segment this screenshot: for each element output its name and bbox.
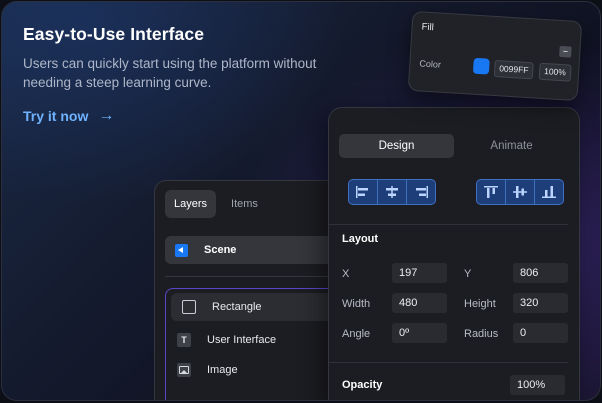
- remove-fill-button[interactable]: −: [559, 45, 572, 58]
- divider: [165, 276, 355, 277]
- align-left-icon: [356, 186, 368, 198]
- text-icon: T: [177, 333, 191, 347]
- feature-card: Easy-to-Use Interface Users can quickly …: [1, 1, 601, 401]
- align-bottom-icon: [542, 186, 556, 198]
- align-right-icon: [416, 186, 428, 198]
- try-it-now-label: Try it now: [23, 108, 89, 124]
- divider: [329, 362, 568, 363]
- tab-design[interactable]: Design: [339, 134, 454, 158]
- color-hex-field[interactable]: 0099FF: [493, 59, 534, 80]
- layer-label: Rectangle: [212, 301, 262, 313]
- angle-label: Angle: [342, 328, 371, 340]
- minus-icon: −: [562, 46, 569, 57]
- horizontal-align-group: [348, 179, 436, 205]
- align-top-button[interactable]: [477, 180, 506, 204]
- fill-title: Fill: [421, 21, 435, 34]
- layout-section-title: Layout: [342, 233, 379, 245]
- height-field[interactable]: 320: [513, 293, 568, 313]
- layer-item-rectangle[interactable]: Rectangle: [171, 293, 351, 321]
- align-top-icon: [484, 186, 498, 198]
- scene-row[interactable]: Scene: [165, 236, 355, 264]
- y-field[interactable]: 806: [513, 263, 568, 283]
- radius-field[interactable]: 0: [513, 323, 568, 343]
- x-label: X: [342, 268, 350, 280]
- align-center-horizontal-icon: [386, 186, 398, 198]
- tab-animate[interactable]: Animate: [454, 134, 569, 158]
- width-label: Width: [342, 298, 371, 310]
- radius-label: Radius: [464, 328, 499, 340]
- tab-items[interactable]: Items: [222, 190, 267, 218]
- color-swatch[interactable]: [472, 57, 490, 75]
- height-label: Height: [464, 298, 496, 310]
- tab-layers[interactable]: Layers: [165, 190, 217, 218]
- width-field[interactable]: 480: [392, 293, 447, 313]
- fill-opacity-field[interactable]: 100%: [538, 62, 572, 82]
- layer-label: Image: [207, 364, 238, 376]
- design-tabs: Design Animate: [339, 134, 569, 158]
- divider: [329, 224, 568, 225]
- layers-tabs: Layers Items: [165, 190, 267, 218]
- image-icon: [177, 363, 191, 377]
- try-it-now-link[interactable]: Try it now →: [23, 107, 114, 125]
- opacity-field[interactable]: 100%: [510, 375, 565, 395]
- rectangle-icon: [182, 300, 196, 314]
- align-left-button[interactable]: [349, 180, 378, 204]
- x-field[interactable]: 197: [392, 263, 447, 283]
- layer-label: User Interface: [207, 334, 277, 346]
- design-panel: Design Animate Layout X 197 Y 806 Width …: [328, 107, 580, 400]
- align-bottom-button[interactable]: [535, 180, 563, 204]
- color-label: Color: [419, 58, 442, 70]
- hero-title: Easy-to-Use Interface: [23, 24, 205, 44]
- align-center-horizontal-button[interactable]: [378, 180, 407, 204]
- opacity-section-title: Opacity: [342, 379, 383, 391]
- y-label: Y: [464, 268, 472, 280]
- align-middle-button[interactable]: [506, 180, 535, 204]
- scene-label: Scene: [204, 244, 237, 256]
- fill-popover: Fill − Color 0099FF 100%: [407, 10, 583, 102]
- align-middle-icon: [513, 186, 527, 198]
- arrow-right-icon: →: [98, 107, 115, 124]
- hero-description: Users can quickly start using the platfo…: [23, 56, 317, 90]
- scene-back-icon[interactable]: [175, 243, 188, 257]
- layers-panel: Layers Items Scene Rectangle T User Inte…: [154, 180, 365, 400]
- align-right-button[interactable]: [407, 180, 435, 204]
- vertical-align-group: [476, 179, 564, 205]
- angle-field[interactable]: 0º: [392, 323, 447, 343]
